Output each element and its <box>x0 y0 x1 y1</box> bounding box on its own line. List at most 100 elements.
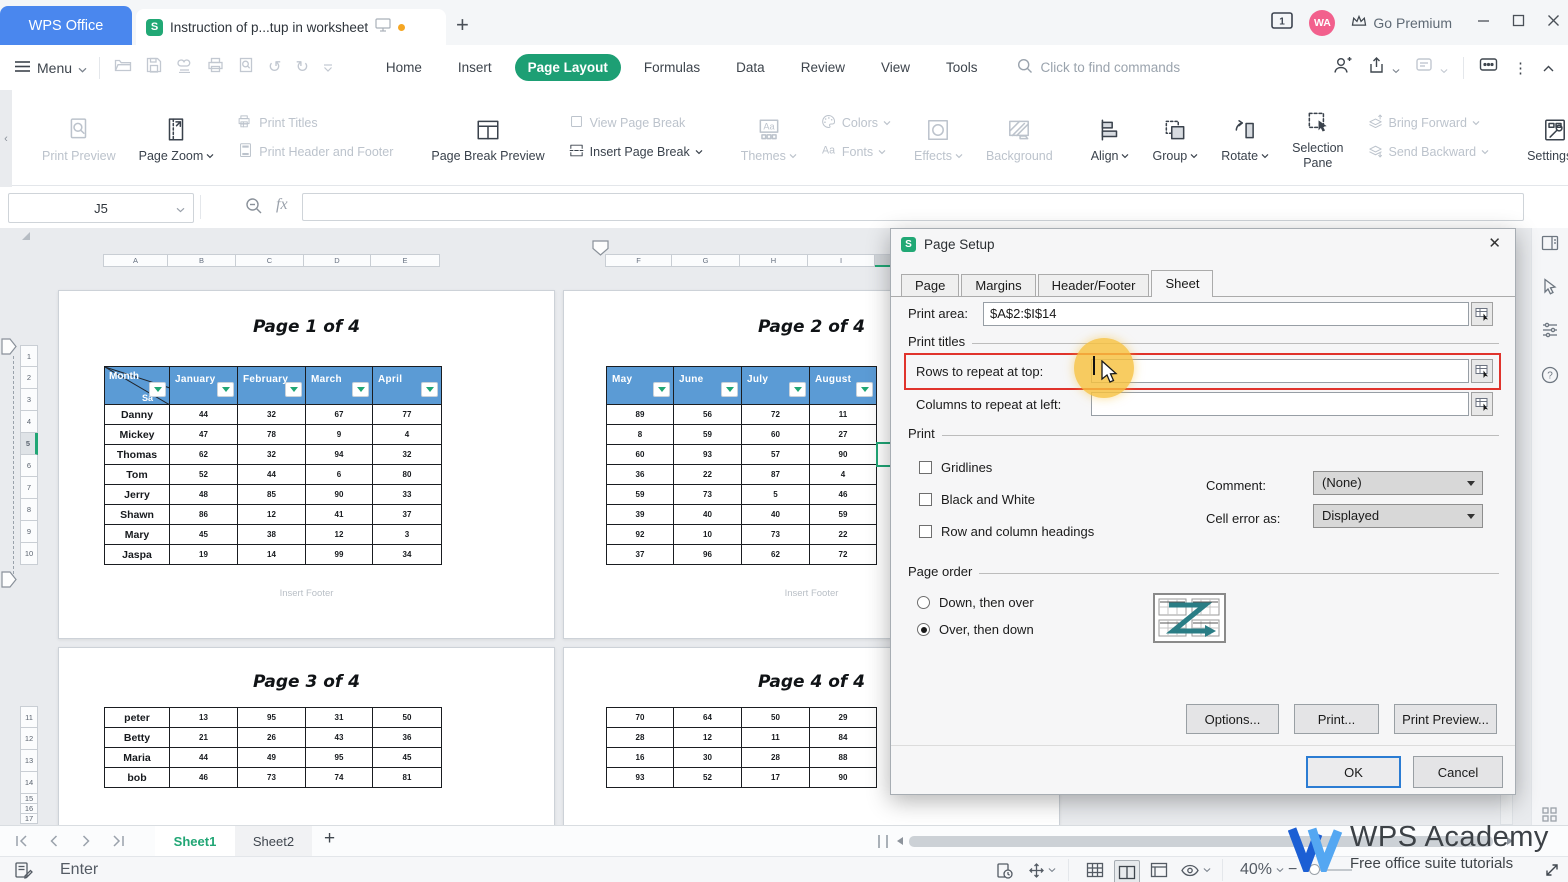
view-page-layout-icon[interactable] <box>1150 857 1168 882</box>
column-header-b[interactable]: B <box>168 254 236 267</box>
row-header-2[interactable]: 2 <box>20 367 38 389</box>
select-all-corner[interactable] <box>22 232 30 240</box>
cell-error-dropdown[interactable]: Displayed <box>1313 504 1483 528</box>
view-page-break-icon[interactable] <box>1114 860 1140 882</box>
tab-insert[interactable]: Insert <box>445 54 505 81</box>
adjust-pane-icon[interactable] <box>1541 322 1559 343</box>
column-header-i[interactable]: I <box>808 254 875 267</box>
go-premium-button[interactable]: Go Premium <box>1350 13 1452 32</box>
dialog-tab-sheet[interactable]: Sheet <box>1151 270 1214 297</box>
ribbon-insert-page-break[interactable]: Insert Page Break <box>568 142 703 162</box>
row-header-9[interactable]: 9 <box>20 521 38 543</box>
radio-over-then-down[interactable]: Over, then down <box>917 622 1034 637</box>
add-sheet-icon[interactable]: + <box>324 828 335 850</box>
share-icon[interactable] <box>1367 56 1400 79</box>
ribbon-align[interactable]: Align <box>1083 113 1138 163</box>
save-icon[interactable] <box>146 57 162 78</box>
column-header-c[interactable]: C <box>236 254 304 267</box>
collapse-ribbon-icon[interactable] <box>1543 59 1554 77</box>
print-area-handle-icon[interactable] <box>1 571 17 588</box>
tab-page-layout[interactable]: Page Layout <box>514 54 621 81</box>
comment-dropdown[interactable]: (None) <box>1313 471 1483 495</box>
filter-button[interactable] <box>789 382 806 397</box>
output-icon[interactable] <box>176 57 193 78</box>
window-switch-badge[interactable]: 1 <box>1270 11 1294 35</box>
task-pane-icon[interactable] <box>1541 234 1559 257</box>
history-icon[interactable] <box>996 857 1013 882</box>
print-area-handle-icon[interactable] <box>1 338 17 355</box>
new-tab-icon[interactable]: + <box>456 12 469 38</box>
sheet-nav-next-icon[interactable] <box>78 833 94 854</box>
macro-record-icon[interactable] <box>14 857 33 882</box>
document-tab[interactable]: S Instruction of p...tup in worksheet <box>136 9 446 45</box>
print-icon[interactable] <box>207 57 224 78</box>
rows-repeat-field[interactable] <box>1091 359 1469 383</box>
zoom-level[interactable]: 40% <box>1240 857 1284 882</box>
checkbox-gridlines[interactable]: Gridlines <box>919 460 992 475</box>
row-header-17[interactable]: 17 <box>20 814 38 824</box>
sheet-nav-first-icon[interactable] <box>14 833 30 854</box>
rows-repeat-range-button[interactable] <box>1471 359 1493 383</box>
filter-button[interactable] <box>285 382 302 397</box>
ok-button[interactable]: OK <box>1306 756 1401 788</box>
print-preview-small-icon[interactable] <box>238 57 254 78</box>
app-home-tab[interactable]: WPS Office <box>0 6 132 45</box>
qat-more-icon[interactable] <box>323 59 333 77</box>
add-user-icon[interactable] <box>1332 56 1352 79</box>
column-header-a[interactable]: A <box>103 254 168 267</box>
move-tool-icon[interactable] <box>1028 857 1056 882</box>
row-header-11[interactable]: 11 <box>20 706 38 728</box>
cancel-button[interactable]: Cancel <box>1413 756 1503 788</box>
filter-button[interactable] <box>352 382 369 397</box>
zoom-out-icon[interactable] <box>245 197 263 220</box>
cursor-select-icon[interactable] <box>1541 278 1558 301</box>
row-header-7[interactable]: 7 <box>20 477 38 499</box>
row-header-16[interactable]: 16 <box>20 804 38 814</box>
ribbon-settings[interactable]: Settings <box>1519 113 1568 163</box>
row-header-13[interactable]: 13 <box>20 750 38 772</box>
row-header-1[interactable]: 1 <box>20 345 38 367</box>
print-preview-button[interactable]: Print Preview... <box>1394 704 1497 734</box>
row-header-12[interactable]: 12 <box>20 728 38 750</box>
column-header-d[interactable]: D <box>304 254 371 267</box>
insert-footer-hint[interactable]: Insert Footer <box>59 588 554 599</box>
row-header-15[interactable]: 15 <box>20 794 38 804</box>
close-icon[interactable] <box>1547 14 1560 32</box>
cols-repeat-range-button[interactable] <box>1471 392 1493 416</box>
filter-button[interactable] <box>217 382 234 397</box>
style-tag-icon[interactable] <box>1415 56 1448 79</box>
options-button[interactable]: Options... <box>1186 704 1279 734</box>
tab-view[interactable]: View <box>868 54 923 81</box>
filter-button[interactable] <box>653 382 670 397</box>
sheet-nav-prev-icon[interactable] <box>46 833 62 854</box>
avatar[interactable]: WA <box>1309 9 1336 36</box>
formula-input[interactable] <box>302 193 1524 221</box>
sheet-nav-last-icon[interactable] <box>110 833 126 854</box>
ribbon-selection-pane[interactable]: Selection Pane <box>1284 105 1351 170</box>
ribbon-page-zoom[interactable]: Page Zoom <box>131 113 223 163</box>
help-icon[interactable]: ? <box>1541 366 1559 389</box>
filter-button[interactable] <box>721 382 738 397</box>
collapse-panel-handle[interactable]: ‹ <box>0 90 12 187</box>
tab-formulas[interactable]: Formulas <box>631 54 713 81</box>
sheet-tab-sheet2[interactable]: Sheet2 <box>235 826 312 856</box>
checkbox-row-and-column-headings[interactable]: Row and column headings <box>919 524 1094 539</box>
view-normal-icon[interactable] <box>1086 857 1104 882</box>
row-header-3[interactable]: 3 <box>20 389 38 411</box>
filter-button[interactable] <box>421 382 438 397</box>
print-area-range-button[interactable] <box>1471 302 1493 326</box>
radio-down-then-over[interactable]: Down, then over <box>917 595 1034 610</box>
print-area-field[interactable]: $A$2:$I$14 <box>983 302 1469 326</box>
more-options-icon[interactable]: ⋮ <box>1513 59 1528 77</box>
filter-button[interactable] <box>149 382 166 397</box>
tab-home[interactable]: Home <box>373 54 435 81</box>
split-handle[interactable] <box>878 835 888 848</box>
row-header-10[interactable]: 10 <box>20 543 38 565</box>
sheet-tab-sheet1[interactable]: Sheet1 <box>155 826 235 856</box>
dialog-titlebar[interactable]: S Page Setup ✕ <box>891 229 1515 259</box>
filter-button[interactable] <box>856 382 873 397</box>
row-header-4[interactable]: 4 <box>20 411 38 433</box>
column-header-f[interactable]: F <box>605 254 672 267</box>
column-header-g[interactable]: G <box>672 254 740 267</box>
command-search[interactable]: Click to find commands <box>1017 58 1180 77</box>
